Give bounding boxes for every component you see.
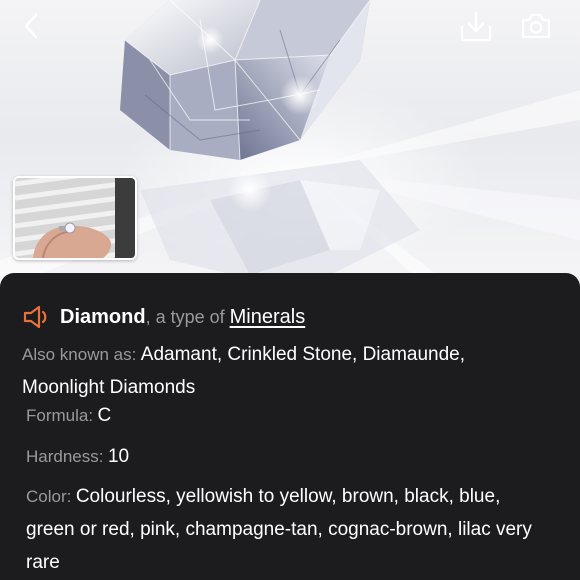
type-prefix: , a type of xyxy=(145,306,225,327)
also-known-as-row: Also known as: Adamant, Crinkled Stone, … xyxy=(22,339,542,405)
download-button[interactable] xyxy=(458,10,498,48)
hero-image xyxy=(0,0,580,300)
speaker-icon xyxy=(23,305,47,329)
formula-value: C xyxy=(97,405,112,426)
category-link[interactable]: Minerals xyxy=(230,306,306,329)
hardness-row: Hardness: 10 xyxy=(26,441,546,474)
formula-label: Formula: xyxy=(26,406,94,425)
hardness-value: 10 xyxy=(107,446,130,467)
camera-button[interactable] xyxy=(520,12,560,48)
hardness-label: Hardness: xyxy=(26,447,104,466)
chevron-left-icon xyxy=(24,13,38,39)
screen: Diamond , a type of Minerals Also known … xyxy=(0,0,580,580)
info-panel: Diamond , a type of Minerals Also known … xyxy=(0,273,580,580)
formula-row: Formula: C xyxy=(26,400,546,433)
color-row: Color: Colourless, yellowish to yellow, … xyxy=(26,481,546,580)
ring-photo xyxy=(15,178,135,258)
user-photo-thumbnail[interactable] xyxy=(13,176,137,260)
species-name: Diamond xyxy=(60,305,146,328)
also-known-as-label: Also known as: xyxy=(22,345,137,364)
download-icon xyxy=(460,11,492,42)
back-button[interactable] xyxy=(22,12,58,48)
camera-icon xyxy=(521,13,551,39)
color-label: Color: xyxy=(26,487,72,506)
pronounce-button[interactable] xyxy=(22,302,54,332)
color-value: Colourless, yellowish to yellow, brown, … xyxy=(26,486,532,573)
title-row: Diamond , a type of Minerals xyxy=(22,302,305,332)
